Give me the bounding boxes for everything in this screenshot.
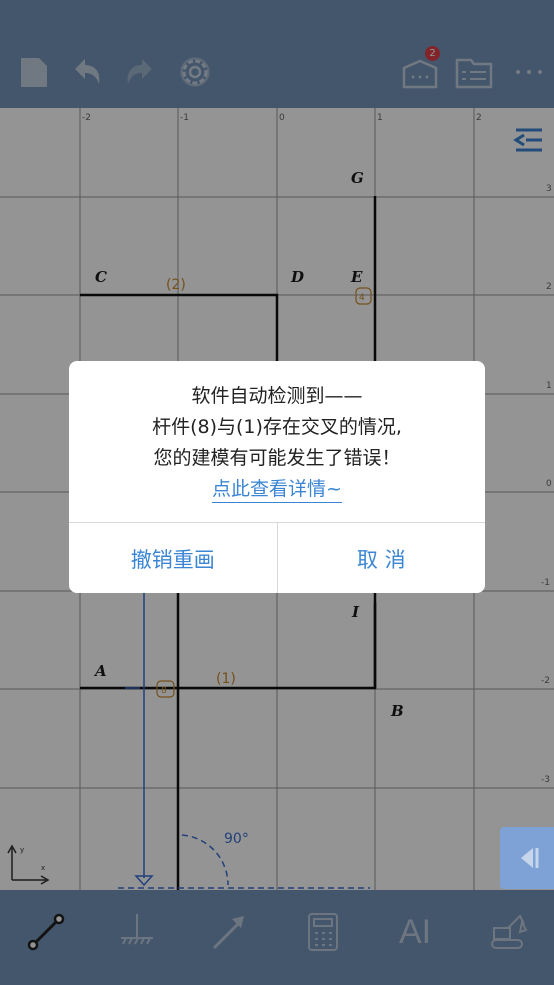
side-panel-toggle[interactable] (500, 827, 554, 889)
crossing-warning-dialog: 软件自动检测到—— 杆件(8)与(1)存在交叉的情况, 您的建模有可能发生了错误… (69, 361, 485, 593)
undo-redraw-button[interactable]: 撤销重画 (69, 523, 277, 593)
dialog-message: 软件自动检测到—— 杆件(8)与(1)存在交叉的情况, 您的建模有可能发生了错误… (69, 361, 485, 522)
cancel-button[interactable]: 取 消 (276, 523, 486, 593)
dialog-line: 您的建模有可能发生了错误！ (153, 447, 401, 469)
dialog-line: 软件自动检测到—— (191, 385, 363, 407)
dialog-buttons: 撤销重画 取 消 (69, 522, 485, 593)
dialog-line: 杆件(8)与(1)存在交叉的情况, (152, 416, 402, 438)
play-left-icon (521, 848, 539, 868)
view-details-link[interactable]: 点此查看详情~ (212, 476, 342, 503)
